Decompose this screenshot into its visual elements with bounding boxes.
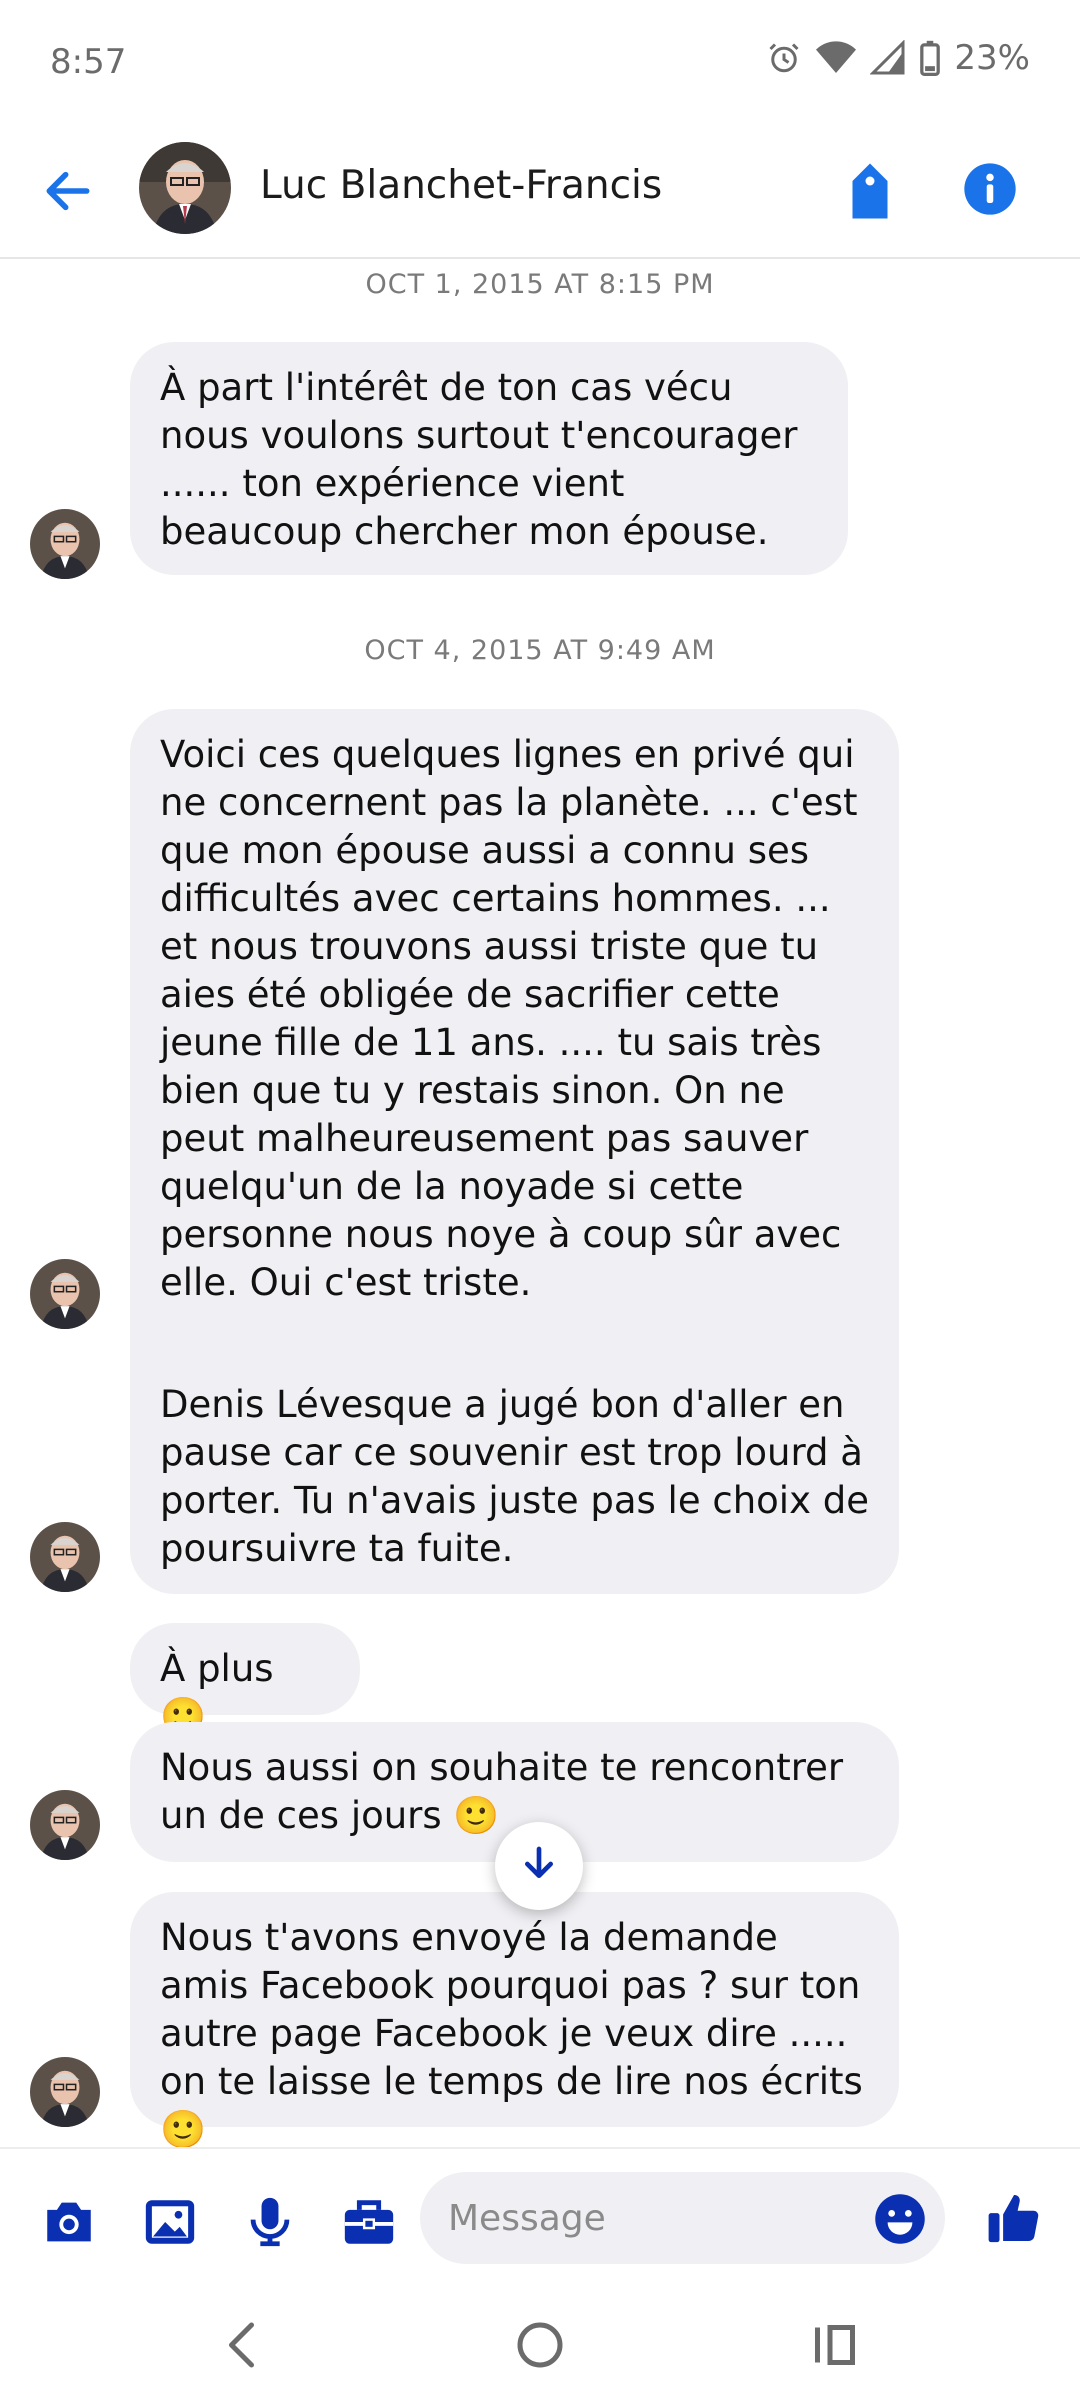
contact-name[interactable]: Luc Blanchet-Francis bbox=[260, 163, 662, 208]
camera-icon[interactable] bbox=[40, 2193, 98, 2251]
nav-back-icon[interactable] bbox=[214, 2315, 274, 2375]
sender-avatar[interactable] bbox=[30, 1522, 100, 1592]
sender-avatar[interactable] bbox=[30, 2057, 100, 2127]
system-navigation-bar bbox=[0, 2287, 1080, 2400]
wifi-icon bbox=[816, 40, 857, 76]
scroll-to-bottom-button[interactable] bbox=[495, 1822, 583, 1910]
contact-avatar[interactable] bbox=[139, 142, 231, 234]
sender-avatar[interactable] bbox=[30, 1790, 100, 1860]
sender-avatar[interactable] bbox=[30, 1259, 100, 1329]
alarm-icon bbox=[766, 40, 802, 76]
scroll-down-arrow-icon bbox=[519, 1844, 559, 1888]
status-bar: 8:57 23% bbox=[0, 0, 1080, 125]
message-composer bbox=[0, 2147, 1080, 2289]
nav-recents-icon[interactable] bbox=[805, 2315, 865, 2375]
message-bubble[interactable]: À plus 🙂 bbox=[130, 1623, 360, 1738]
status-time: 8:57 bbox=[50, 42, 127, 82]
conversation-header: Luc Blanchet-Francis bbox=[0, 125, 1080, 259]
tag-icon[interactable] bbox=[844, 161, 896, 221]
message-bubble[interactable]: Denis Lévesque a jugé bon d'aller en pau… bbox=[130, 1359, 899, 1594]
message-bubble[interactable]: À part l'intérêt de ton cas vécu nous vo… bbox=[130, 342, 848, 575]
timestamp: OCT 1, 2015 AT 8:15 PM bbox=[365, 269, 715, 300]
sender-avatar[interactable] bbox=[30, 509, 100, 579]
timestamp: OCT 4, 2015 AT 9:49 AM bbox=[364, 635, 716, 666]
microphone-icon[interactable] bbox=[241, 2193, 299, 2251]
emoji-icon[interactable] bbox=[873, 2192, 927, 2246]
message-input[interactable] bbox=[420, 2172, 945, 2264]
image-icon[interactable] bbox=[141, 2193, 199, 2251]
briefcase-icon[interactable] bbox=[340, 2193, 398, 2251]
battery-icon bbox=[920, 40, 941, 76]
info-icon[interactable] bbox=[962, 161, 1018, 217]
signal-icon bbox=[870, 40, 906, 76]
back-arrow-icon[interactable] bbox=[40, 163, 96, 219]
message-bubble[interactable]: Nous t'avons envoyé la demande amis Face… bbox=[130, 1892, 899, 2147]
status-icons: 23% bbox=[766, 38, 1030, 78]
thumbs-up-icon[interactable] bbox=[985, 2189, 1043, 2247]
nav-home-icon[interactable] bbox=[510, 2315, 570, 2375]
battery-percent: 23% bbox=[954, 38, 1030, 78]
